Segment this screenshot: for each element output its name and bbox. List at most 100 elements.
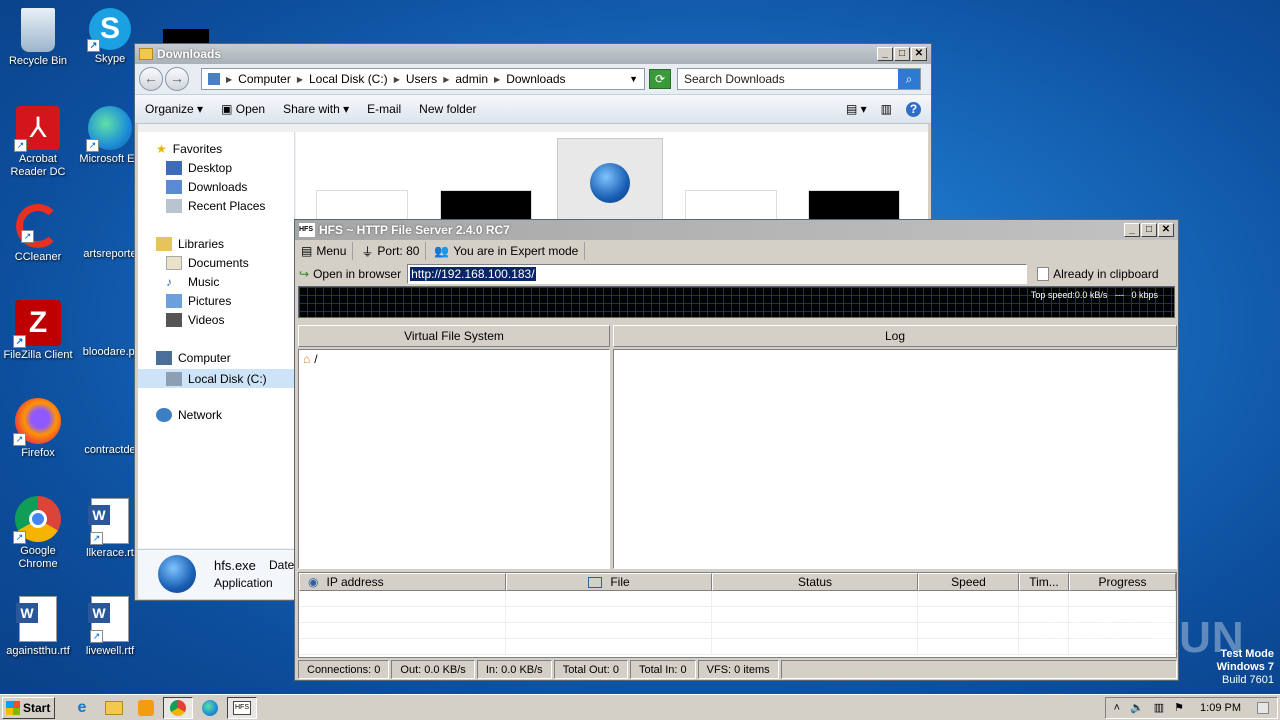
taskbar-edge[interactable] [195, 697, 225, 719]
clock[interactable]: 1:09 PM [1200, 702, 1241, 714]
nav-videos[interactable]: Videos [166, 313, 224, 327]
status-total-out: Total Out: 0 [553, 660, 628, 679]
nav-network[interactable]: Network [156, 408, 222, 422]
globe-hand-icon [158, 555, 196, 593]
col-ip[interactable]: ◉ IP address [299, 573, 506, 591]
vfs-root-item[interactable]: ⌂ / [299, 350, 609, 368]
nav-downloads[interactable]: Downloads [166, 180, 247, 194]
maximize-button[interactable]: □ [1141, 223, 1157, 237]
nav-pictures[interactable]: Pictures [166, 294, 231, 308]
explorer-titlebar[interactable]: Downloads _ □ ✕ [135, 44, 931, 64]
address-bar[interactable]: ▶ Computer ▶ Local Disk (C:) ▶ Users ▶ a… [201, 68, 645, 90]
hfs-window[interactable]: HFS HFS ~ HTTP File Server 2.4.0 RC7 _ □… [294, 219, 1179, 681]
menu-button[interactable]: ▤ Menu [299, 242, 354, 260]
maximize-button[interactable]: □ [894, 47, 910, 61]
nav-documents[interactable]: Documents [166, 256, 249, 270]
file-thumbnail-selected[interactable] [557, 138, 663, 224]
word-icon: W ↗ [88, 498, 129, 545]
back-button[interactable]: ← [139, 67, 163, 91]
col-status[interactable]: Status [712, 573, 918, 591]
desktop-icon-recycle-bin[interactable]: Recycle Bin [0, 8, 76, 68]
network-tray-icon[interactable]: ▥ [1154, 701, 1164, 714]
clipboard-button[interactable]: Already in clipboard [1037, 267, 1159, 281]
skype-icon: S ↗ [87, 8, 131, 52]
detail-date-label: Date [269, 558, 295, 572]
breadcrumb-item[interactable]: Users [406, 72, 437, 86]
forward-button[interactable]: → [165, 67, 189, 91]
preview-pane-icon[interactable]: ▥ [881, 102, 892, 116]
desktop-icon-ccleaner[interactable]: ↗ CCleaner [0, 204, 76, 264]
open-in-browser-button[interactable]: ↪ Open in browser [299, 267, 401, 281]
desktop-icon-filezilla[interactable]: Z ↗ FileZilla Client [0, 300, 76, 362]
help-icon[interactable]: ? [906, 101, 921, 117]
breadcrumb-item[interactable]: Local Disk (C:) [309, 72, 388, 86]
close-button[interactable]: ✕ [911, 47, 927, 61]
nav-local-disk[interactable]: Local Disk (C:) [138, 369, 294, 388]
taskbar-chrome[interactable] [163, 696, 193, 719]
globe-hand-icon [590, 163, 630, 203]
desktop-icon-label: Acrobat Reader DC [10, 153, 66, 178]
taskbar-media-player[interactable] [131, 697, 161, 719]
desktop-icon-label: Firefox [21, 447, 55, 459]
desktop-icon-firefox[interactable]: ↗ Firefox [0, 398, 76, 460]
videos-icon [166, 313, 182, 327]
minimize-button[interactable]: _ [1124, 223, 1140, 237]
new-folder-button[interactable]: New folder [419, 102, 476, 116]
log-header: Log [613, 325, 1177, 347]
chevron-down-icon[interactable]: ▼ [629, 74, 638, 84]
media-player-icon [138, 699, 154, 716]
taskbar-hfs[interactable]: HFS [227, 696, 257, 719]
edge-icon [202, 699, 218, 716]
nav-recent-places[interactable]: Recent Places [166, 199, 265, 213]
organize-button[interactable]: Organize ▾ [145, 102, 203, 116]
col-progress[interactable]: Progress [1069, 573, 1176, 591]
taskbar: Start e HFS ˄ 🔈 ▥ ⚑ 1:09 PM [0, 694, 1280, 720]
view-options-icon[interactable]: ▤ ▾ [846, 102, 867, 116]
search-icon[interactable]: ⌕ [898, 69, 920, 89]
hfs-titlebar[interactable]: HFS HFS ~ HTTP File Server 2.4.0 RC7 _ □… [295, 220, 1178, 240]
chevron-right-icon: ▶ [296, 74, 303, 84]
email-button[interactable]: E-mail [367, 102, 401, 116]
close-button[interactable]: ✕ [1158, 223, 1174, 237]
expert-mode-button[interactable]: 👥 You are in Expert mode [432, 242, 586, 260]
share-with-button[interactable]: Share with ▾ [283, 102, 349, 116]
chevron-up-icon[interactable]: ˄ [1114, 702, 1120, 714]
log-panel: Log [613, 325, 1177, 569]
desktop-icon-label: livewell.rtf [85, 645, 135, 657]
search-input[interactable]: Search Downloads ⌕ [677, 68, 921, 90]
computer-icon [156, 351, 172, 365]
show-desktop-icon[interactable] [1257, 701, 1269, 714]
status-out: Out: 0.0 KB/s [391, 660, 475, 679]
nav-music[interactable]: ♪ Music [166, 275, 219, 289]
speaker-icon[interactable]: 🔈 [1130, 701, 1144, 714]
port-button[interactable]: ⏚ Port: 80 [359, 242, 427, 260]
desktop-icon-chrome[interactable]: ↗ Google Chrome [0, 496, 76, 571]
vfs-tree[interactable]: ⌂ / [298, 349, 610, 569]
col-time[interactable]: Tim... [1019, 573, 1069, 591]
edge-icon: ↗ [86, 106, 132, 152]
breadcrumb-item[interactable]: Computer [238, 72, 291, 86]
nav-computer[interactable]: Computer [156, 351, 231, 365]
flag-icon[interactable]: ⚑ [1174, 701, 1184, 714]
start-button[interactable]: Start [2, 696, 55, 719]
nav-desktop[interactable]: Desktop [166, 161, 232, 175]
nav-favorites[interactable]: ★ Favorites [156, 142, 222, 156]
desktop-icon-label: Recycle Bin [8, 55, 68, 67]
refresh-button[interactable]: ⟳ [649, 69, 671, 89]
desktop-icon-livewell[interactable]: W ↗ livewell.rtf [72, 596, 148, 658]
open-button[interactable]: ▣ Open [221, 102, 265, 116]
desktop-icon-label: CCleaner [14, 251, 62, 263]
col-file[interactable]: File [506, 573, 712, 591]
log-area[interactable] [613, 349, 1177, 569]
chrome-icon [170, 699, 186, 716]
col-speed[interactable]: Speed [918, 573, 1019, 591]
desktop-icon-againstthu[interactable]: W againstthu.rtf [0, 596, 76, 658]
taskbar-ie[interactable]: e [67, 697, 97, 719]
minimize-button[interactable]: _ [877, 47, 893, 61]
nav-libraries[interactable]: Libraries [156, 237, 224, 251]
url-field[interactable]: http://192.168.100.183/ [407, 264, 1028, 284]
taskbar-explorer[interactable] [99, 697, 129, 719]
breadcrumb-item[interactable]: admin [455, 72, 488, 86]
desktop-icon-acrobat[interactable]: ⅄ ↗ Acrobat Reader DC [0, 106, 76, 179]
breadcrumb-item[interactable]: Downloads [506, 72, 565, 86]
